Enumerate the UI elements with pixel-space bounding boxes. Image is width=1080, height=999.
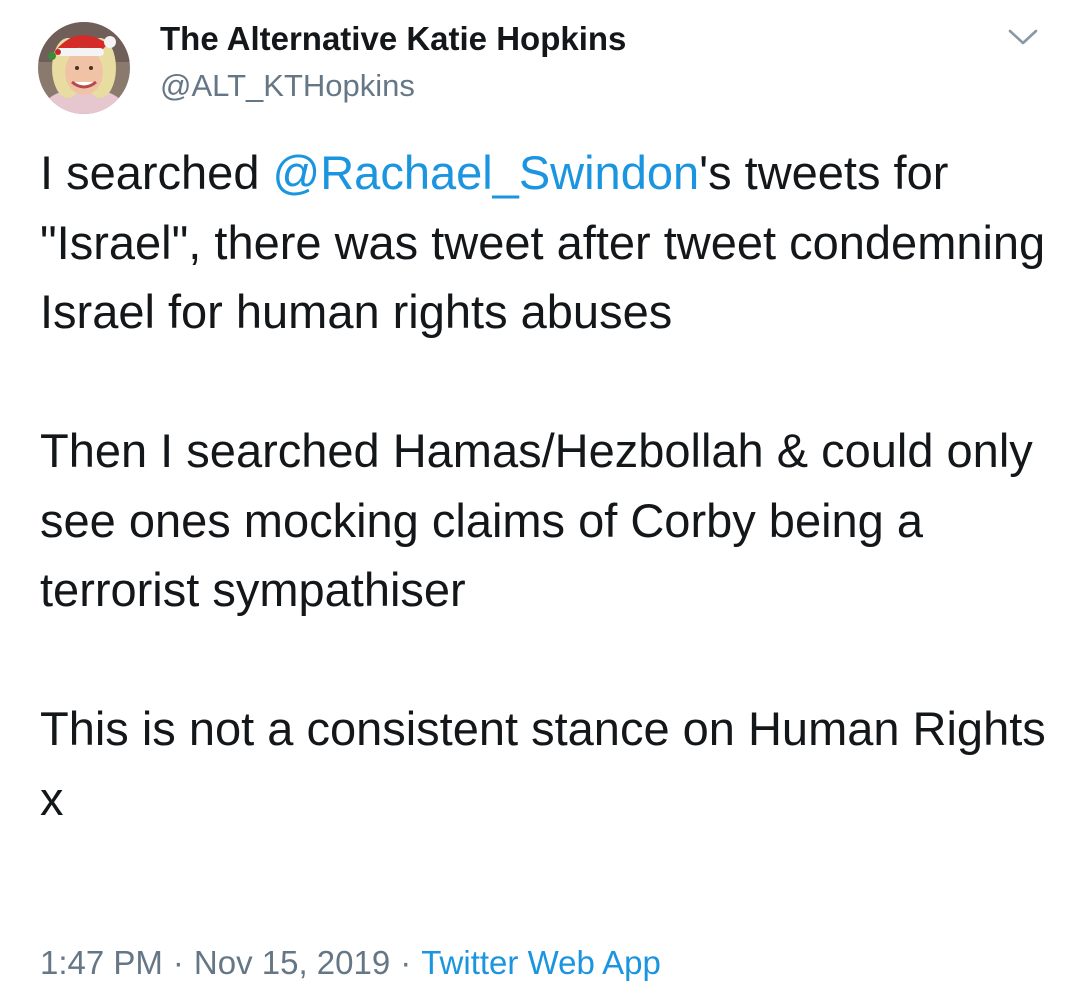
author-display-name[interactable]: The Alternative Katie Hopkins	[160, 20, 626, 58]
author-handle[interactable]: @ALT_KTHopkins	[160, 68, 415, 104]
tweet-text-segment: I searched	[40, 146, 273, 199]
avatar-image	[38, 22, 130, 114]
tweet-date[interactable]: Nov 15, 2019	[194, 944, 390, 981]
tweet-source-link[interactable]: Twitter Web App	[421, 944, 661, 981]
tweet-metadata: 1:47 PM · Nov 15, 2019 · Twitter Web App	[40, 944, 661, 982]
chevron-down-icon[interactable]	[1006, 24, 1040, 50]
tweet-time[interactable]: 1:47 PM	[40, 944, 163, 981]
tweet-card: The Alternative Katie Hopkins @ALT_KTHop…	[0, 0, 1080, 999]
tweet-text: I searched @Rachael_Swindon's tweets for…	[40, 138, 1050, 833]
tweet-paragraph: This is not a consistent stance on Human…	[40, 702, 1046, 825]
tweet-paragraph: I searched @Rachael_Swindon's tweets for…	[40, 138, 1050, 347]
avatar[interactable]	[38, 22, 130, 114]
meta-separator: ·	[172, 944, 184, 981]
mention-link[interactable]: @Rachael_Swindon	[273, 146, 700, 199]
meta-separator: ·	[400, 944, 412, 981]
tweet-paragraph: Then I searched Hamas/Hezbollah & could …	[40, 424, 1033, 616]
